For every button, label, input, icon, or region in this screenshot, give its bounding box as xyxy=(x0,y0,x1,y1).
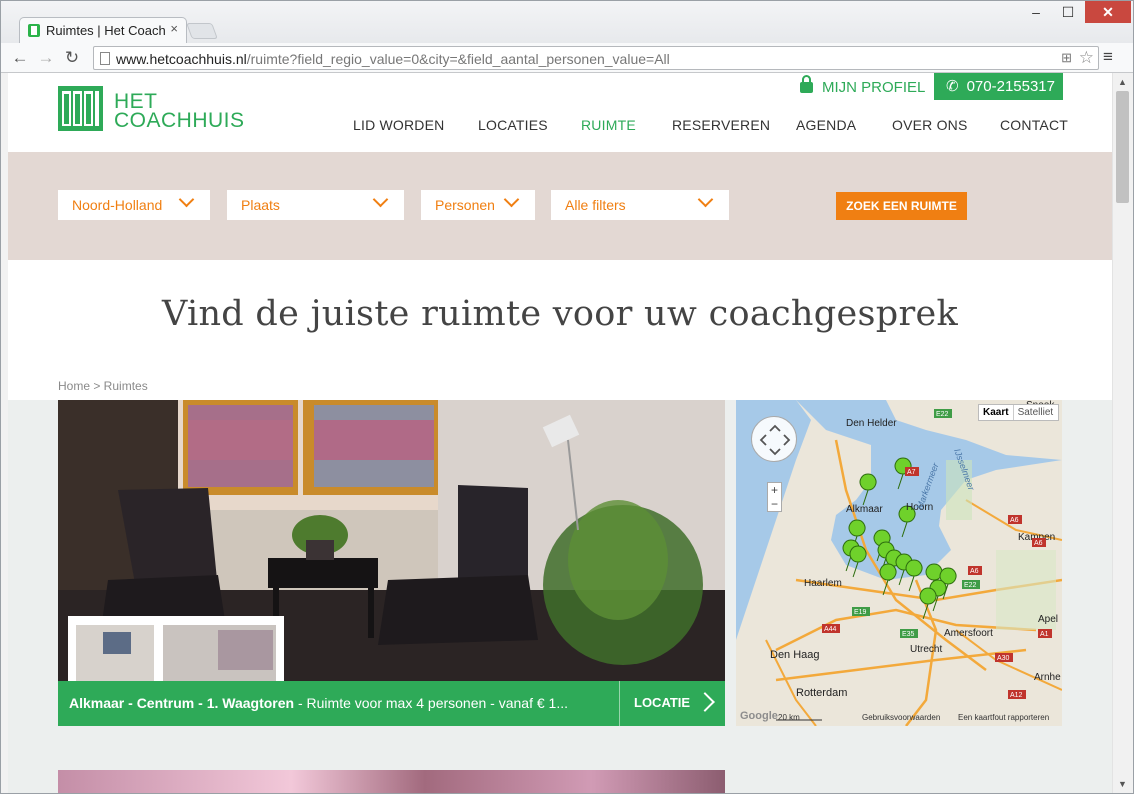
map-type-control[interactable]: Kaart Satelliet xyxy=(978,404,1059,421)
site-logo-text[interactable]: HET COACHHUIS xyxy=(114,91,245,131)
bookmark-star-icon[interactable]: ☆ xyxy=(1079,48,1094,68)
phone-icon: ✆ xyxy=(946,78,959,95)
page-title: Vind de juiste ruimte voor uw coachgespr… xyxy=(162,294,958,334)
map-label-utrecht: Utrecht xyxy=(910,644,942,655)
listing-photo[interactable] xyxy=(58,400,725,681)
scrollbar-thumb[interactable] xyxy=(1116,91,1129,203)
browser-menu-icon[interactable]: ≡ xyxy=(1103,47,1113,67)
page-scrollbar[interactable]: ▲ ▼ xyxy=(1112,73,1132,793)
close-window-button[interactable]: ✕ xyxy=(1085,1,1131,23)
nav-contact[interactable]: CONTACT xyxy=(1000,117,1068,133)
map-label-haarlem: Haarlem xyxy=(804,578,842,589)
nav-ruimte[interactable]: RUIMTE xyxy=(581,117,636,133)
phone-button[interactable]: ✆ 070-2155317 xyxy=(934,73,1063,100)
coachhuis-logo-icon[interactable] xyxy=(58,86,103,131)
road-e35-label: E35 xyxy=(902,631,915,638)
filter-bar: Noord-Holland Plaats Personen Alle filte… xyxy=(8,152,1112,260)
maximize-button[interactable]: ☐ xyxy=(1053,1,1083,23)
title-bar: Ruimtes | Het Coachi × – ☐ ✕ xyxy=(1,1,1133,43)
browser-tab[interactable]: Ruimtes | Het Coachi × xyxy=(19,17,187,43)
map-terms-link[interactable]: Gebruiksvoorwaarden xyxy=(862,713,940,722)
minimize-button[interactable]: – xyxy=(1021,1,1051,23)
location-button[interactable]: LOCATIE xyxy=(634,695,690,710)
caption-divider xyxy=(619,681,620,726)
chevron-down-icon xyxy=(178,191,195,208)
scroll-down-icon[interactable]: ▼ xyxy=(1118,779,1127,789)
site-favicon-icon xyxy=(28,24,40,37)
forward-arrow-icon[interactable]: → xyxy=(35,47,57,69)
map-pan-control-icon[interactable] xyxy=(751,416,797,462)
road-a7-label: A7 xyxy=(907,469,916,476)
scroll-up-icon[interactable]: ▲ xyxy=(1118,77,1127,87)
back-arrow-icon[interactable]: ← xyxy=(9,47,31,69)
map-label-alkmaar: Alkmaar xyxy=(846,504,883,515)
all-filters-select[interactable]: Alle filters xyxy=(551,190,729,220)
tab-title: Ruimtes | Het Coachi xyxy=(46,23,166,38)
map-report-link[interactable]: Een kaartfout rapporteren xyxy=(958,713,1049,722)
nav-locaties[interactable]: LOCATIES xyxy=(478,117,548,133)
map-label-amersfoort: Amersfoort xyxy=(944,628,993,639)
lock-icon xyxy=(800,75,813,93)
site-header: HET COACHHUIS MIJN PROFIEL ✆ 070-2155317 … xyxy=(8,73,1112,152)
map-type-satelliet[interactable]: Satelliet xyxy=(1014,405,1058,420)
zoom-in-button[interactable]: + xyxy=(768,483,781,497)
nav-lid-worden[interactable]: LID WORDEN xyxy=(353,117,444,133)
map-scale: 20 km xyxy=(778,713,800,722)
room-photo-image xyxy=(58,400,725,681)
map-label-den-helder: Den Helder xyxy=(846,418,897,429)
next-listing-photo[interactable] xyxy=(58,770,725,793)
persons-select[interactable]: Personen xyxy=(421,190,535,220)
hero-section: Vind de juiste ruimte voor uw coachgespr… xyxy=(8,260,1112,400)
road-e19-label: E19 xyxy=(854,609,867,616)
chevron-right-icon[interactable] xyxy=(695,692,715,712)
page-viewport: HET COACHHUIS MIJN PROFIEL ✆ 070-2155317 … xyxy=(8,73,1112,793)
breadcrumb[interactable]: Home > Ruimtes xyxy=(58,379,148,393)
chevron-down-icon xyxy=(503,191,520,208)
map-label-apel: Apel xyxy=(1038,614,1058,625)
browser-toolbar: ← → ↻ www.hetcoachhuis.nl/ruimte?field_r… xyxy=(1,43,1133,73)
map-zoom-control[interactable]: + − xyxy=(767,482,782,512)
map-label-den-haag: Den Haag xyxy=(770,649,820,661)
listing-title[interactable]: Alkmaar - Centrum - 1. Waagtoren - Ruimt… xyxy=(69,695,568,711)
road-e22-label: E22 xyxy=(964,582,977,589)
zoom-out-button[interactable]: − xyxy=(768,497,781,511)
road-e22-label: E22 xyxy=(936,411,949,418)
nav-agenda[interactable]: AGENDA xyxy=(796,117,856,133)
chevron-down-icon xyxy=(697,191,714,208)
address-bar[interactable]: www.hetcoachhuis.nl/ruimte?field_regio_v… xyxy=(93,46,1099,70)
nav-reserveren[interactable]: RESERVEREN xyxy=(672,117,770,133)
road-a30-label: A30 xyxy=(997,655,1010,662)
map-label-arnhe: Arnhe xyxy=(1034,672,1061,683)
road-a6-label: A6 xyxy=(970,568,979,575)
listing-caption-bar[interactable]: Alkmaar - Centrum - 1. Waagtoren - Ruimt… xyxy=(58,681,725,726)
my-profile-link[interactable]: MIJN PROFIEL xyxy=(800,75,925,96)
map-type-kaart[interactable]: Kaart xyxy=(979,405,1014,420)
road-a6-label: A6 xyxy=(1010,517,1019,524)
map-label-rotterdam: Rotterdam xyxy=(796,687,847,699)
nav-over-ons[interactable]: OVER ONS xyxy=(892,117,968,133)
road-a1-label: A1 xyxy=(1040,631,1049,638)
road-a44-label: A44 xyxy=(824,626,837,633)
browser-window: Ruimtes | Het Coachi × – ☐ ✕ ← → ↻ www.h… xyxy=(0,0,1134,794)
chevron-down-icon xyxy=(372,191,389,208)
page-icon xyxy=(100,52,110,65)
road-a6-label: A6 xyxy=(1034,540,1043,547)
search-room-button[interactable]: ZOEK EEN RUIMTE xyxy=(836,192,967,220)
locations-map[interactable]: Sneek Den Helder Hoorn Alkmaar Kampen Ha… xyxy=(736,400,1062,726)
place-select[interactable]: Plaats xyxy=(227,190,404,220)
road-a12-label: A12 xyxy=(1010,692,1023,699)
reload-icon[interactable]: ↻ xyxy=(61,47,83,69)
new-tab-button[interactable] xyxy=(186,23,218,39)
translate-icon[interactable]: ⊞ xyxy=(1061,50,1072,66)
map-google-logo[interactable]: Google xyxy=(740,710,778,722)
tab-close-icon[interactable]: × xyxy=(170,21,178,36)
region-select[interactable]: Noord-Holland xyxy=(58,190,210,220)
url-text: www.hetcoachhuis.nl/ruimte?field_regio_v… xyxy=(116,51,670,67)
